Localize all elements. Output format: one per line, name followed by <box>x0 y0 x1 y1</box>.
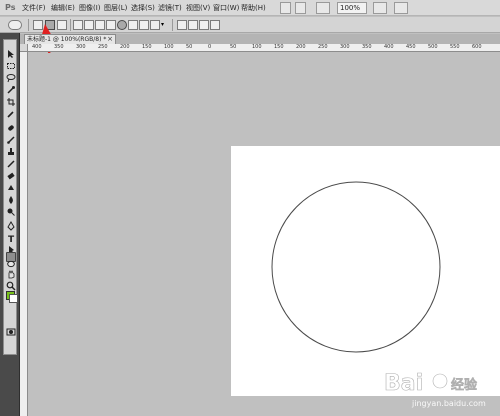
menu-layer[interactable]: 图层(L) <box>104 2 127 14</box>
menu-file[interactable]: 文件(F) <box>22 2 46 14</box>
ruler-label: 50 <box>230 44 237 50</box>
options-separator <box>172 19 173 31</box>
quick-mask-icon[interactable] <box>6 322 16 336</box>
blur-tool-icon[interactable] <box>6 190 16 204</box>
menu-filter[interactable]: 滤镜(T) <box>158 2 182 14</box>
ruler-label: 250 <box>318 44 328 50</box>
add-to-path-icon[interactable] <box>177 20 187 30</box>
photoshop-window: Ps 文件(F) 编辑(E) 图像(I) 图层(L) 选择(S) 滤镜(T) 视… <box>0 0 500 416</box>
ruler-label: 600 <box>472 44 482 50</box>
app-logo: Ps <box>5 3 16 12</box>
ruler-label: 350 <box>362 44 372 50</box>
ruler-origin[interactable] <box>20 44 28 52</box>
ruler-label: 150 <box>142 44 152 50</box>
horizontal-ruler: 400 350 300 250 200 150 100 50 0 50 100 … <box>28 44 500 52</box>
zoom-tool-icon[interactable] <box>6 276 16 291</box>
screen-mode-icon[interactable] <box>394 2 408 14</box>
vertical-ruler <box>20 44 28 416</box>
ruler-label: 0 <box>208 44 212 50</box>
view-extras-icon[interactable] <box>316 2 330 14</box>
rounded-rectangle-icon[interactable] <box>106 20 116 30</box>
polygon-shape-icon[interactable] <box>128 20 138 30</box>
tools-panel: T <box>0 33 20 416</box>
move-tool-icon[interactable] <box>6 44 16 58</box>
subtract-path-icon[interactable] <box>188 20 198 30</box>
brush-tool-icon[interactable] <box>6 130 16 144</box>
ruler-label: 500 <box>428 44 438 50</box>
ruler-label: 50 <box>186 44 193 50</box>
ruler-label: 300 <box>76 44 86 50</box>
ruler-label: 100 <box>252 44 262 50</box>
freeform-pen-icon[interactable] <box>84 20 94 30</box>
close-icon[interactable]: × <box>107 35 113 44</box>
options-bar: ▾ <box>0 17 500 33</box>
baidu-jingyan-watermark: Bai 经验 jingyan.baidu.com <box>360 366 490 410</box>
rectangle-shape-icon[interactable] <box>95 20 105 30</box>
ruler-label: 100 <box>164 44 174 50</box>
options-separator <box>28 19 29 31</box>
crop-tool-icon[interactable] <box>6 92 16 106</box>
menu-image[interactable]: 图像(I) <box>79 2 101 14</box>
ruler-label: 200 <box>296 44 306 50</box>
ruler-label: 350 <box>54 44 64 50</box>
watermark-brand-suffix: 经验 <box>451 377 478 393</box>
zoom-level-select[interactable]: 100% <box>337 2 367 14</box>
ellipse-tool-icon[interactable] <box>6 252 16 268</box>
baidu-logo-icon: Bai 经验 jingyan.baidu.com <box>384 371 486 408</box>
ruler-label: 150 <box>274 44 284 50</box>
history-brush-icon[interactable] <box>6 154 16 168</box>
eraser-tool-icon[interactable] <box>6 166 16 180</box>
menu-select[interactable]: 选择(S) <box>131 2 155 14</box>
tool-preset-icon[interactable] <box>8 20 22 30</box>
menu-bar: Ps 文件(F) 编辑(E) 图像(I) 图层(L) 选择(S) 滤镜(T) 视… <box>0 0 500 16</box>
watermark-url: jingyan.baidu.com <box>411 399 486 408</box>
ellipse-shape-icon[interactable] <box>117 20 127 30</box>
pen-tool-icon[interactable] <box>6 216 16 231</box>
exclude-path-icon[interactable] <box>210 20 220 30</box>
bridge-icon[interactable] <box>280 2 291 14</box>
dodge-tool-icon[interactable] <box>6 202 16 216</box>
menu-view[interactable]: 视图(V) <box>186 2 210 14</box>
menu-edit[interactable]: 编辑(E) <box>51 2 75 14</box>
options-separator <box>70 19 71 31</box>
clone-stamp-icon[interactable] <box>6 142 16 155</box>
mini-bridge-icon[interactable] <box>295 2 306 14</box>
ruler-label: 550 <box>450 44 460 50</box>
hand-tool-icon[interactable] <box>6 264 16 279</box>
document-tab-strip: 未标题-1 @ 100%(RGB/8) * × <box>20 34 500 44</box>
chevron-down-icon[interactable]: ▾ <box>161 20 167 30</box>
ruler-label: 300 <box>340 44 350 50</box>
tools-strip: T <box>3 39 18 355</box>
healing-brush-icon[interactable] <box>6 118 16 131</box>
path-select-icon[interactable] <box>6 240 16 254</box>
ruler-label: 250 <box>98 44 108 50</box>
custom-shape-icon[interactable] <box>150 20 160 30</box>
document-tab[interactable]: 未标题-1 @ 100%(RGB/8) * × <box>24 34 116 44</box>
pen-tool-icon[interactable] <box>73 20 83 30</box>
watermark-brand: Bai <box>384 371 423 396</box>
document-tab-title: 未标题-1 @ 100%(RGB/8) * <box>27 36 107 43</box>
ruler-label: 400 <box>32 44 42 50</box>
line-shape-icon[interactable] <box>139 20 149 30</box>
ellipse-path[interactable] <box>231 146 500 396</box>
intersect-path-icon[interactable] <box>199 20 209 30</box>
arrange-documents-icon[interactable] <box>373 2 387 14</box>
background-color-swatch[interactable] <box>9 294 18 303</box>
document-canvas[interactable] <box>231 146 500 396</box>
marquee-tool-icon[interactable] <box>6 56 16 69</box>
menu-window[interactable]: 窗口(W) <box>213 2 239 14</box>
ruler-label: 400 <box>384 44 394 50</box>
lasso-tool-icon[interactable] <box>6 68 16 83</box>
type-tool-icon[interactable]: T <box>6 228 16 245</box>
quick-select-icon[interactable] <box>6 80 16 94</box>
ruler-label: 200 <box>120 44 130 50</box>
ruler-label: 450 <box>406 44 416 50</box>
gradient-tool-icon[interactable] <box>6 178 16 190</box>
canvas-workspace[interactable] <box>28 53 500 416</box>
eyedropper-icon[interactable] <box>6 104 16 118</box>
menu-help[interactable]: 帮助(H) <box>241 2 266 14</box>
